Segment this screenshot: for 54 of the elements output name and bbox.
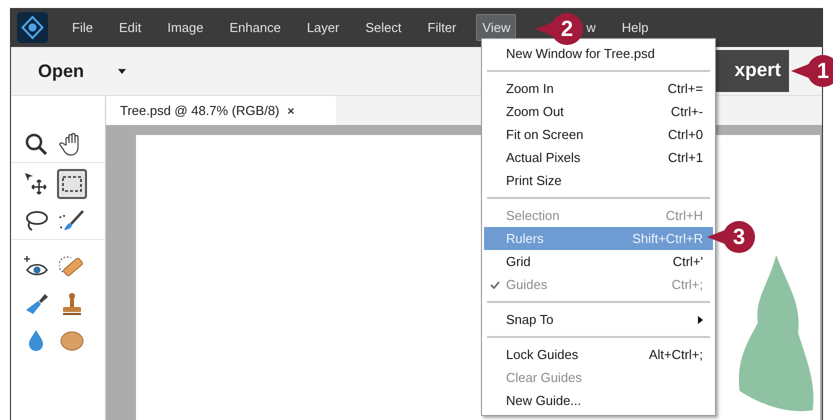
open-button[interactable]: Open xyxy=(38,58,84,84)
menu-entry-label: Zoom In xyxy=(506,80,555,98)
menu-entry-label: Zoom Out xyxy=(506,102,565,121)
menu-item[interactable]: Select xyxy=(359,14,408,42)
menu-item[interactable]: Help xyxy=(616,14,654,42)
menu-entry[interactable]: Grid Ctrl+' xyxy=(484,250,713,273)
menu-item[interactable]: File xyxy=(66,14,99,42)
menu-entry-label: Print Size xyxy=(506,172,563,190)
menu-item[interactable]: Filter xyxy=(422,14,462,42)
menu-entry-label: Clear Guides xyxy=(506,368,583,387)
move-icon xyxy=(23,171,49,197)
shortcut-label: Ctrl+- xyxy=(670,102,703,121)
menu-entry-label: Lock Guides xyxy=(506,346,580,364)
menu-entry-label: New Guide... xyxy=(506,392,582,410)
submenu-arrow-icon xyxy=(698,316,703,324)
tab-title: Tree.psd @ 48.7% (RGB/8) xyxy=(120,102,280,120)
magnifier-icon xyxy=(23,131,49,157)
document-tab[interactable]: Tree.psd @ 48.7% (RGB/8) × xyxy=(106,96,336,125)
menu-entry[interactable]: Fit on Screen Ctrl+0 xyxy=(484,123,713,146)
menu-entry[interactable]: Zoom In Ctrl+= xyxy=(484,77,713,100)
menu-item[interactable]: Image xyxy=(161,14,210,42)
tool-button[interactable] xyxy=(57,169,87,199)
shortcut-label: Ctrl+1 xyxy=(668,148,703,167)
shortcut-label: Alt+Ctrl+; xyxy=(648,346,703,364)
menu-entry[interactable]: Snap To xyxy=(484,308,713,331)
menu-item[interactable]: View xyxy=(476,14,516,42)
caret-icon[interactable] xyxy=(118,68,126,74)
menu-entry[interactable]: New Window for Tree.psd xyxy=(484,42,713,65)
menu-entry-label: Rulers xyxy=(506,230,545,248)
menu-entry[interactable]: Zoom Out Ctrl+- xyxy=(484,100,713,123)
shortcut-label: Ctrl+= xyxy=(668,80,703,98)
menu-entry[interactable]: Print Size xyxy=(484,169,713,192)
menu-entry-label: Guides xyxy=(506,276,548,294)
shortcut-label: Shift+Ctrl+R xyxy=(632,230,703,248)
checkmark-icon xyxy=(490,280,500,288)
shortcut-label: Ctrl+0 xyxy=(668,126,703,144)
app-logo-icon[interactable] xyxy=(17,12,48,43)
menu-item[interactable]: Enhance xyxy=(224,14,287,42)
menu-entry-label: Selection xyxy=(506,206,560,225)
menu-item[interactable]: Layer xyxy=(300,14,346,42)
menu-entry[interactable]: New Guide... xyxy=(484,389,713,412)
menu-entry[interactable]: Lock Guides Alt+Ctrl+; xyxy=(484,343,713,366)
shortcut-label: Ctrl+; xyxy=(672,276,703,294)
menu-entry-label: New Window for Tree.psd xyxy=(506,44,656,63)
menu-item[interactable]: w xyxy=(580,14,602,42)
shortcut-label: Ctrl+' xyxy=(672,252,703,271)
menu-entry[interactable]: Actual Pixels Ctrl+1 xyxy=(484,146,713,169)
shortcut-label: Ctrl+H xyxy=(666,206,703,225)
menu-item[interactable]: Edit xyxy=(112,14,148,42)
close-button[interactable]: × xyxy=(287,102,294,120)
menu-entry-label: Actual Pixels xyxy=(506,148,582,167)
menu-entry-label: Grid xyxy=(506,252,532,271)
menu-entry-label: Fit on Screen xyxy=(506,126,584,144)
menu-entry-label: Snap To xyxy=(506,310,554,329)
